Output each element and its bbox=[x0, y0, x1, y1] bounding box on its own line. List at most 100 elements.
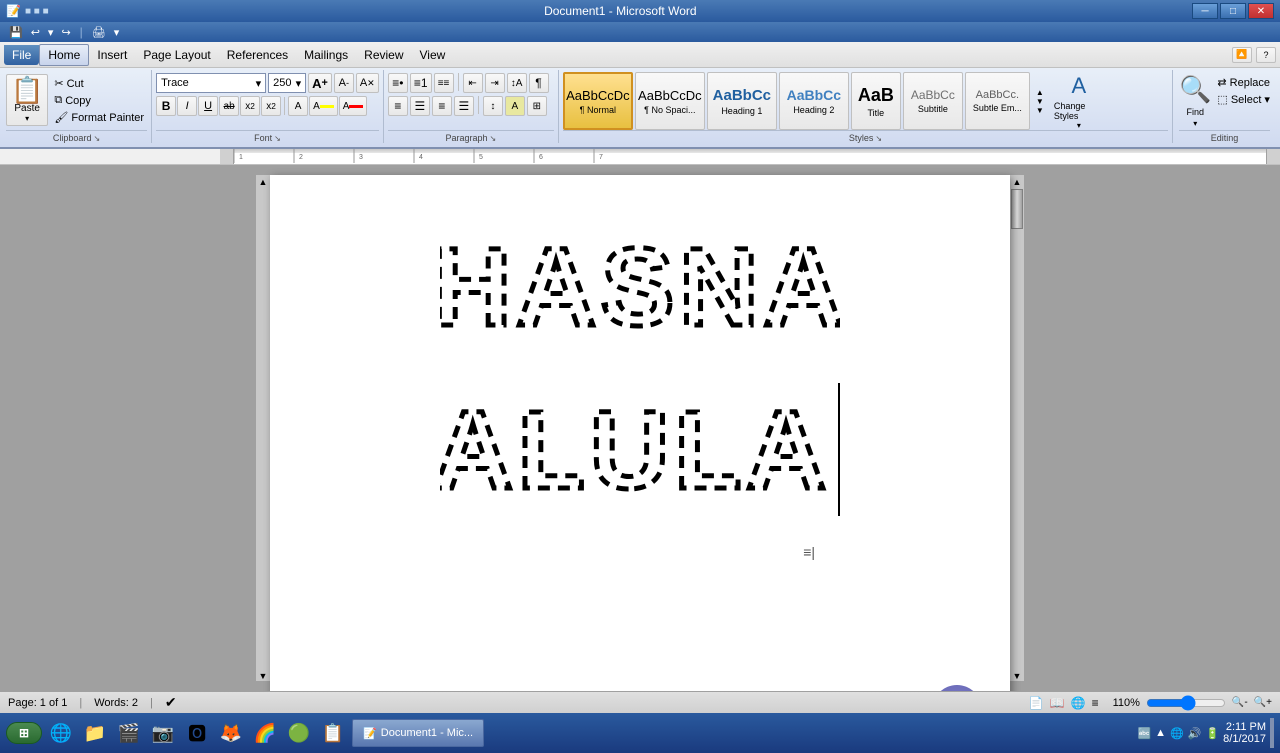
find-button[interactable]: 🔍 Find ▾ bbox=[1179, 74, 1211, 128]
zoom-slider[interactable] bbox=[1146, 697, 1226, 709]
font-name-dropdown[interactable]: Trace ▾ bbox=[156, 73, 266, 93]
style-title[interactable]: AaB Title bbox=[851, 72, 901, 130]
cut-button[interactable]: ✂ Cut bbox=[51, 76, 147, 91]
taskbar-green-app-icon[interactable]: 🟢 bbox=[284, 718, 314, 748]
subscript-button[interactable]: x2 bbox=[240, 96, 260, 116]
menu-references[interactable]: References bbox=[219, 45, 296, 65]
replace-button[interactable]: ⇄ Replace bbox=[1217, 76, 1270, 89]
style-heading1[interactable]: AaBbCc Heading 1 bbox=[707, 72, 777, 130]
clipboard-section-label[interactable]: Clipboard ↘ bbox=[6, 130, 147, 143]
paste-button[interactable]: 📋 Paste ▾ bbox=[6, 74, 48, 126]
show-marks-button[interactable]: ¶ bbox=[529, 73, 549, 93]
paragraph-section-label[interactable]: Paragraph ↘ bbox=[388, 130, 554, 143]
copy-button[interactable]: ⧉ Copy bbox=[51, 93, 147, 108]
font-size-dropdown[interactable]: 250 ▾ bbox=[268, 73, 306, 93]
font-section-label[interactable]: Font ↘ bbox=[156, 130, 379, 143]
taskbar-clipboard-icon[interactable]: 📋 bbox=[318, 718, 348, 748]
document-page[interactable]: HASNA ALULA m muslimin ontak ≡| bbox=[270, 175, 1010, 691]
maximize-button[interactable]: □ bbox=[1220, 3, 1246, 19]
show-desktop-btn[interactable] bbox=[1270, 718, 1274, 748]
scroll-down-arrow[interactable]: ▼ bbox=[259, 671, 268, 681]
view-normal-btn[interactable]: 📄 bbox=[1029, 696, 1044, 710]
svg-text:3: 3 bbox=[359, 154, 363, 161]
taskbar-word-app[interactable]: 📝 Document1 - Mic... bbox=[352, 719, 484, 747]
styles-more-button[interactable]: ▲ ▼ ▼ bbox=[1032, 72, 1048, 130]
font-shrink-button[interactable]: A- bbox=[334, 73, 354, 93]
style-subtitle[interactable]: AaBbCc Subtitle bbox=[903, 72, 963, 130]
menu-page-layout[interactable]: Page Layout bbox=[135, 45, 218, 65]
select-button[interactable]: ⬚ Select ▾ bbox=[1217, 93, 1270, 106]
scroll-thumb[interactable] bbox=[1011, 189, 1023, 229]
zoom-in-icon[interactable]: 🔍+ bbox=[1254, 697, 1272, 708]
strikethrough-button[interactable]: ab bbox=[219, 96, 239, 116]
taskbar-explorer-icon[interactable]: 📁 bbox=[80, 718, 110, 748]
alula-svg: ALULA bbox=[440, 378, 840, 518]
style-heading2[interactable]: AaBbCc Heading 2 bbox=[779, 72, 849, 130]
tray-sound-icon: 🔊 bbox=[1188, 727, 1202, 740]
scroll-up-btn[interactable]: ▲ bbox=[1013, 177, 1022, 187]
menu-file[interactable]: File bbox=[4, 45, 39, 65]
underline-button[interactable]: U bbox=[198, 96, 218, 116]
decrease-indent-button[interactable]: ⇤ bbox=[463, 73, 483, 93]
menu-view[interactable]: View bbox=[412, 45, 454, 65]
font-color-button[interactable]: A bbox=[339, 96, 368, 116]
scroll-down-btn[interactable]: ▼ bbox=[1013, 671, 1022, 681]
font-grow-button[interactable]: A+ bbox=[308, 73, 332, 93]
taskbar-camera-icon[interactable]: 📷 bbox=[148, 718, 178, 748]
bold-button[interactable]: B bbox=[156, 96, 176, 116]
align-right-button[interactable]: ≡ bbox=[432, 96, 452, 116]
taskbar-media-icon[interactable]: 🎬 bbox=[114, 718, 144, 748]
menu-insert[interactable]: Insert bbox=[89, 45, 135, 65]
increase-indent-button[interactable]: ⇥ bbox=[485, 73, 505, 93]
undo-quick-btn[interactable]: ↩ bbox=[28, 25, 43, 40]
style-subtle-em[interactable]: AaBbCc. Subtle Em... bbox=[965, 72, 1030, 130]
format-painter-button[interactable]: 🖌 Format Painter bbox=[51, 110, 147, 125]
superscript-button[interactable]: x2 bbox=[261, 96, 281, 116]
change-styles-button[interactable]: A Change Styles ▾ bbox=[1054, 72, 1104, 130]
start-button[interactable]: ⊞ bbox=[6, 722, 42, 744]
ribbon-help-btn[interactable]: ? bbox=[1256, 47, 1276, 63]
vertical-scroll-bar-left[interactable]: ▲ ▼ bbox=[256, 175, 270, 681]
spell-check-icon[interactable]: ✔ bbox=[165, 694, 177, 711]
text-effects-button[interactable]: A bbox=[288, 96, 308, 116]
clear-formatting-button[interactable]: A✕ bbox=[356, 73, 379, 93]
sort-button[interactable]: ↕A bbox=[507, 73, 527, 93]
customize-quick-btn[interactable]: ▾ bbox=[111, 25, 123, 40]
taskbar-firefox-icon[interactable]: 🦊 bbox=[216, 718, 246, 748]
vertical-scroll-bar[interactable]: ▲ ▼ bbox=[1010, 175, 1024, 681]
italic-button[interactable]: I bbox=[177, 96, 197, 116]
line-spacing-button[interactable]: ↕ bbox=[483, 96, 503, 116]
close-button[interactable]: ✕ bbox=[1248, 3, 1274, 19]
ribbon-minimize-btn[interactable]: 🔼 bbox=[1232, 47, 1252, 63]
view-web-btn[interactable]: 🌐 bbox=[1071, 696, 1086, 710]
align-center-button[interactable]: ☰ bbox=[410, 96, 430, 116]
clipboard-expand-icon: ↘ bbox=[93, 134, 100, 143]
numbering-button[interactable]: ≡1 bbox=[410, 73, 432, 93]
menu-mailings[interactable]: Mailings bbox=[296, 45, 356, 65]
style-subtleem-preview: AaBbCc. bbox=[976, 89, 1019, 101]
print-quick-btn[interactable]: 🖨 bbox=[89, 25, 109, 40]
taskbar-opera-icon[interactable]: 🅾 bbox=[182, 718, 212, 748]
multilevel-button[interactable]: ≡≡ bbox=[434, 73, 454, 93]
bullets-button[interactable]: ≡• bbox=[388, 73, 408, 93]
shading-button[interactable]: A bbox=[505, 96, 525, 116]
styles-section-label[interactable]: Styles ↘ bbox=[563, 130, 1168, 143]
align-left-button[interactable]: ≡ bbox=[388, 96, 408, 116]
highlight-button[interactable]: A bbox=[309, 96, 338, 116]
undo-dropdown-btn[interactable]: ▾ bbox=[45, 25, 57, 40]
justify-button[interactable]: ☰ bbox=[454, 96, 474, 116]
taskbar-ie-icon[interactable]: 🌐 bbox=[46, 718, 76, 748]
view-reading-btn[interactable]: 📖 bbox=[1050, 696, 1065, 710]
minimize-button[interactable]: ─ bbox=[1192, 3, 1218, 19]
style-normal[interactable]: AaBbCcDc ¶ Normal bbox=[563, 72, 633, 130]
redo-quick-btn[interactable]: ↪ bbox=[58, 25, 73, 40]
zoom-out-icon[interactable]: 🔍- bbox=[1232, 697, 1248, 708]
menu-home[interactable]: Home bbox=[39, 44, 89, 66]
style-no-spacing[interactable]: AaBbCcDc ¶ No Spaci... bbox=[635, 72, 705, 130]
menu-review[interactable]: Review bbox=[356, 45, 411, 65]
borders-button[interactable]: ⊞ bbox=[527, 96, 547, 116]
save-quick-btn[interactable]: 💾 bbox=[6, 25, 26, 40]
scroll-up-arrow[interactable]: ▲ bbox=[259, 177, 268, 187]
view-outline-btn[interactable]: ≡ bbox=[1092, 696, 1099, 710]
taskbar-chrome-icon[interactable]: 🌈 bbox=[250, 718, 280, 748]
